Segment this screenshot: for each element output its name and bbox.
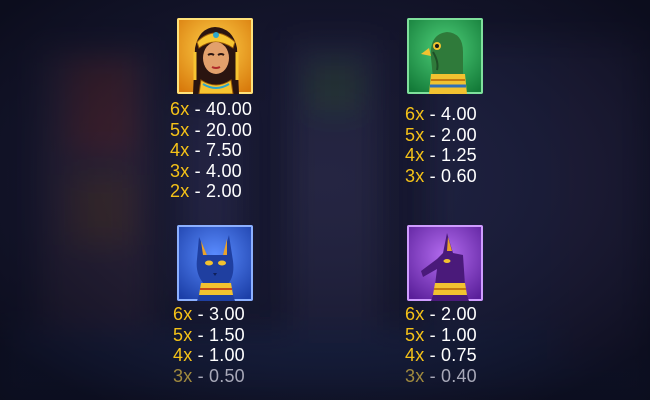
- payout-row: 3x - 0.40: [405, 365, 477, 386]
- payout-row: 4x - 7.50: [170, 140, 242, 160]
- payout-row: 4x - 0.75: [405, 345, 477, 365]
- payout-row: 4x - 1.25: [405, 145, 477, 165]
- paytable-cleopatra: 6x - 40.00 5x - 20.00 4x - 7.50 3x - 4.0…: [170, 99, 252, 202]
- payout-row: 5x - 2.00: [405, 124, 477, 145]
- blurred-reels-background: [0, 0, 650, 400]
- payout-row: 2x - 2.00: [170, 181, 242, 201]
- bastet-cat-icon: [177, 225, 253, 301]
- paytable-bastet: 6x - 3.00 5x - 1.50 4x - 1.00 3x - 0.50: [173, 304, 245, 386]
- payout-row: 6x - 4.00: [405, 104, 477, 124]
- payout-row: 6x - 2.00: [405, 304, 477, 324]
- horus-falcon-icon: [407, 18, 483, 94]
- paytable-anubis: 6x - 2.00 5x - 1.00 4x - 0.75 3x - 0.40: [405, 304, 477, 386]
- payout-row: 3x - 0.50: [173, 365, 245, 386]
- anubis-jackal-icon: [407, 225, 483, 301]
- paytable-horus: 6x - 4.00 5x - 2.00 4x - 1.25 3x - 0.60: [405, 104, 477, 186]
- payout-row: 3x - 4.00: [170, 160, 242, 181]
- payout-row: 5x - 1.00: [405, 324, 477, 345]
- payout-row: 6x - 3.00: [173, 304, 245, 324]
- payout-row: 6x - 40.00: [170, 99, 253, 119]
- payout-row: 5x - 1.50: [173, 324, 245, 345]
- payout-row: 4x - 1.00: [173, 345, 245, 365]
- payout-row: 5x - 20.00: [170, 119, 253, 140]
- cleopatra-icon: [177, 18, 253, 94]
- payout-row: 3x - 0.60: [405, 165, 477, 186]
